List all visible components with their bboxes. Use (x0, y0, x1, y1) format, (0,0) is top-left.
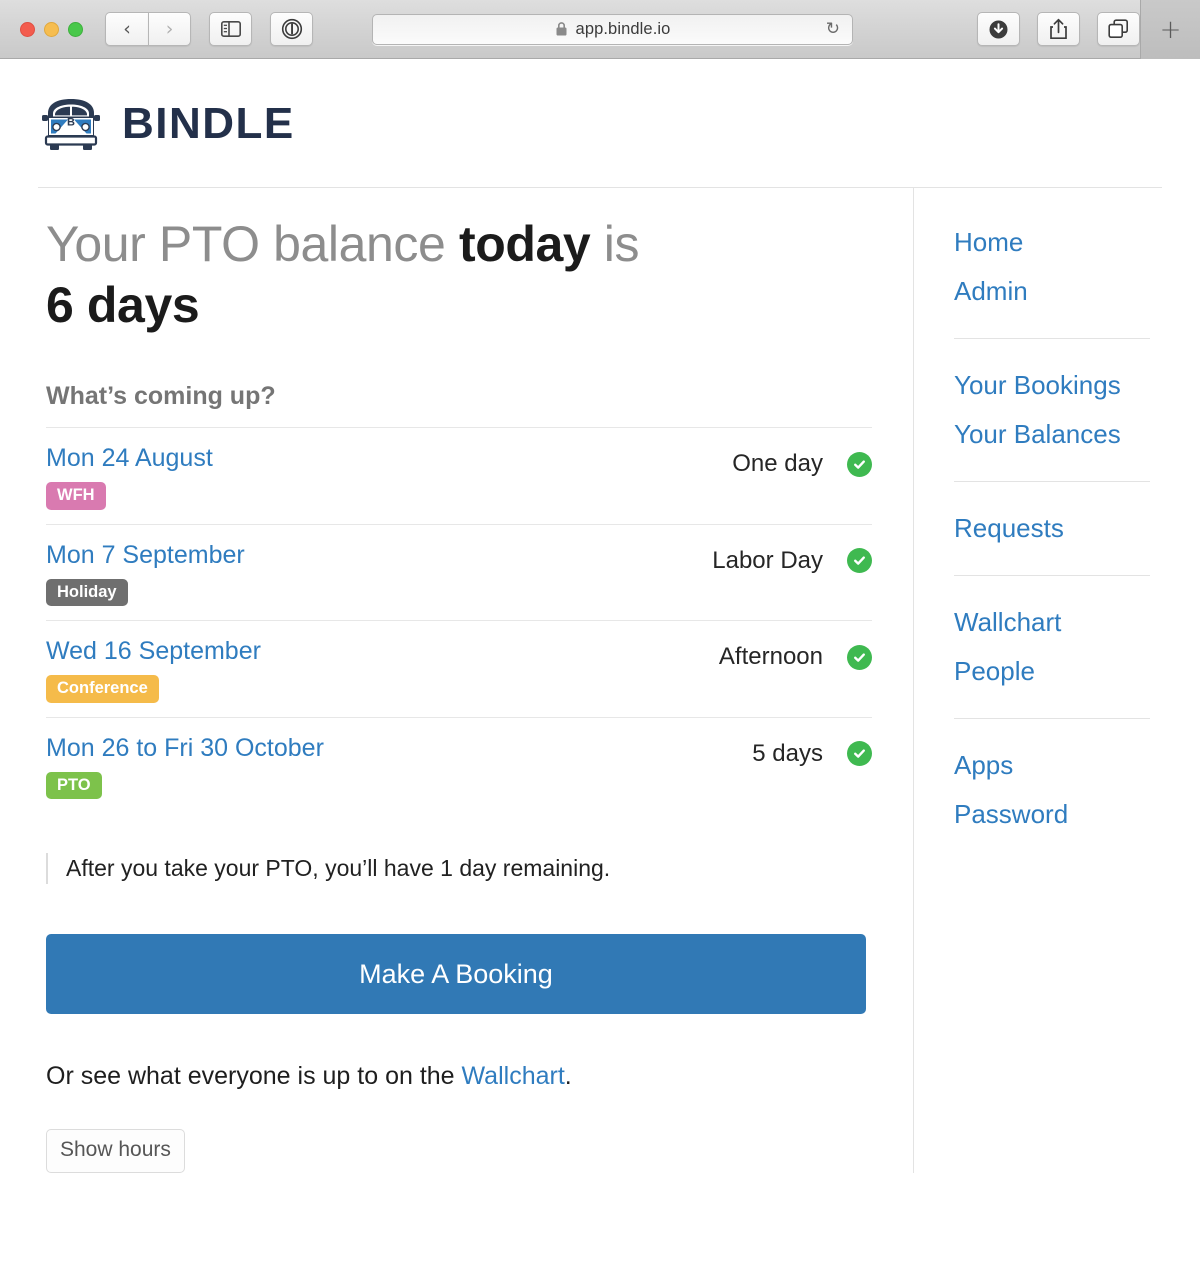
booking-duration: Afternoon (718, 643, 823, 670)
headline-part-1: Your PTO balance (46, 216, 459, 272)
tabs-icon (1108, 19, 1128, 39)
toolbar-right-buttons (977, 12, 1140, 46)
share-icon (1050, 18, 1067, 40)
wallchart-prompt: Or see what everyone is up to on the Wal… (46, 1062, 903, 1091)
chevron-left-icon: ‹ (123, 17, 131, 40)
check-circle-icon (847, 741, 872, 766)
window-controls (20, 21, 83, 37)
upcoming-heading: What’s coming up? (46, 382, 276, 410)
sidebar-item-admin[interactable]: Admin (954, 267, 1162, 316)
sidebar-divider (954, 481, 1150, 482)
brand-wordmark: BINDLE (122, 99, 295, 148)
wallchart-prompt-suffix: . (564, 1062, 572, 1090)
check-circle-icon (847, 644, 872, 670)
check-circle-icon (847, 548, 872, 573)
booking-status: 5 days (752, 734, 872, 768)
booking-duration: Labor Day (712, 546, 823, 574)
booking-date-link[interactable]: Mon 26 to Fri 30 October (46, 734, 324, 763)
headline-bold-today: today (458, 216, 591, 272)
booking-type-badge: Conference (46, 675, 159, 703)
table-row: Mon 26 to Fri 30 October PTO 5 days (46, 718, 872, 814)
headline-balance-value: 6 days (46, 277, 200, 333)
sidebar-item-wallchart[interactable]: Wallchart (954, 598, 1162, 647)
tab-overview-button[interactable] (1097, 12, 1140, 46)
sidebar-item-requests[interactable]: Requests (954, 504, 1162, 553)
url-text: app.bindle.io (575, 19, 671, 38)
privacy-report-icon (281, 18, 302, 40)
sidebar-divider (954, 575, 1150, 576)
booking-info: Mon 26 to Fri 30 October PTO (46, 734, 752, 799)
sidebar-group: Home Admin (954, 218, 1162, 316)
booking-info: Mon 7 September Holiday (46, 541, 712, 606)
close-window-button[interactable] (20, 21, 35, 37)
lock-icon (556, 22, 567, 36)
booking-date-link[interactable]: Wed 16 September (46, 637, 261, 666)
show-hours-button[interactable]: Show hours (46, 1129, 185, 1173)
sidebar-divider (954, 338, 1150, 339)
headline-part-2: is (590, 216, 640, 272)
booking-type-badge: PTO (46, 771, 102, 799)
download-icon (989, 20, 1008, 38)
sidebar-item-home[interactable]: Home (954, 218, 1162, 267)
sidebar-navigation: Home Admin Your Bookings Your Balances Reque… (913, 188, 1162, 1173)
booking-date-link[interactable]: Mon 7 September (46, 541, 245, 570)
zoom-window-button[interactable] (68, 21, 83, 37)
sidebar-item-your-balances[interactable]: Your Balances (954, 410, 1162, 459)
sidebar-item-your-bookings[interactable]: Your Bookings (954, 361, 1162, 410)
sidebar-icon (220, 21, 241, 37)
remaining-balance-note: After you take your PTO, you’ll have 1 d… (46, 853, 903, 884)
wallchart-link[interactable]: Wallchart (462, 1062, 565, 1090)
booking-duration: 5 days (752, 739, 823, 767)
bindle-bus-logo-icon: B (42, 99, 100, 150)
sidebar-group: Requests (954, 504, 1162, 553)
booking-status: Labor Day (712, 541, 872, 575)
booking-type-badge: Holiday (46, 578, 128, 606)
booking-info: Wed 16 September Conference (46, 637, 719, 703)
booking-status: One day (732, 444, 872, 478)
chevron-right-icon: › (165, 17, 174, 40)
page-content: B BINDLE Your PTO balance today is 6 days… (0, 59, 1200, 1173)
booking-duration: One day (732, 450, 823, 477)
booking-type-badge: WFH (46, 482, 106, 510)
booking-status: Afternoon (719, 637, 872, 671)
new-tab-button[interactable]: + (1140, 0, 1200, 59)
sidebar-item-apps[interactable]: Apps (954, 741, 1162, 790)
page-title: Your PTO balance today is 6 days (46, 214, 903, 336)
browser-window: ‹ › app.bindle.io ↻ + B BINDLE Your PTO … (0, 0, 1200, 1273)
address-bar[interactable]: app.bindle.io ↻ (372, 13, 853, 45)
share-button[interactable] (1037, 12, 1080, 46)
sidebar-divider (954, 718, 1150, 719)
sidebar-item-people[interactable]: People (954, 647, 1162, 696)
back-button[interactable]: ‹ (105, 12, 148, 46)
wallchart-prompt-text: Or see what everyone is up to on the (46, 1062, 462, 1090)
minimize-window-button[interactable] (44, 21, 59, 37)
downloads-button[interactable] (977, 12, 1020, 46)
forward-button[interactable]: › (148, 12, 191, 46)
booking-info: Mon 24 August WFH (46, 444, 732, 510)
reload-icon[interactable]: ↻ (826, 19, 840, 39)
table-row: Wed 16 September Conference Afternoon (46, 621, 872, 718)
table-row: Mon 24 August WFH One day (46, 428, 872, 525)
sidebar-item-password[interactable]: Password (954, 790, 1162, 839)
table-row: Mon 7 September Holiday Labor Day (46, 525, 872, 621)
svg-text:B: B (67, 117, 75, 129)
browser-toolbar: ‹ › app.bindle.io ↻ + (0, 0, 1200, 59)
booking-date-link[interactable]: Mon 24 August (46, 444, 213, 473)
reader-privacy-button[interactable] (270, 12, 313, 46)
main-column: Your PTO balance today is 6 days What’s c… (38, 188, 913, 1173)
navigation-buttons: ‹ › (105, 12, 191, 46)
page-columns: Your PTO balance today is 6 days What’s c… (38, 188, 1162, 1173)
sidebar-group: Your Bookings Your Balances (954, 361, 1162, 459)
sidebar-toggle-button[interactable] (209, 12, 252, 46)
sidebar-group: Wallchart People (954, 598, 1162, 696)
plus-icon: + (1159, 14, 1182, 45)
check-circle-icon (847, 451, 872, 477)
make-a-booking-button[interactable]: Make A Booking (46, 934, 866, 1014)
upcoming-bookings-list: Mon 24 August WFH One day Mon 7 September Ho… (46, 427, 872, 813)
site-header: B BINDLE (38, 59, 1162, 187)
sidebar-group: Apps Password (954, 741, 1162, 839)
